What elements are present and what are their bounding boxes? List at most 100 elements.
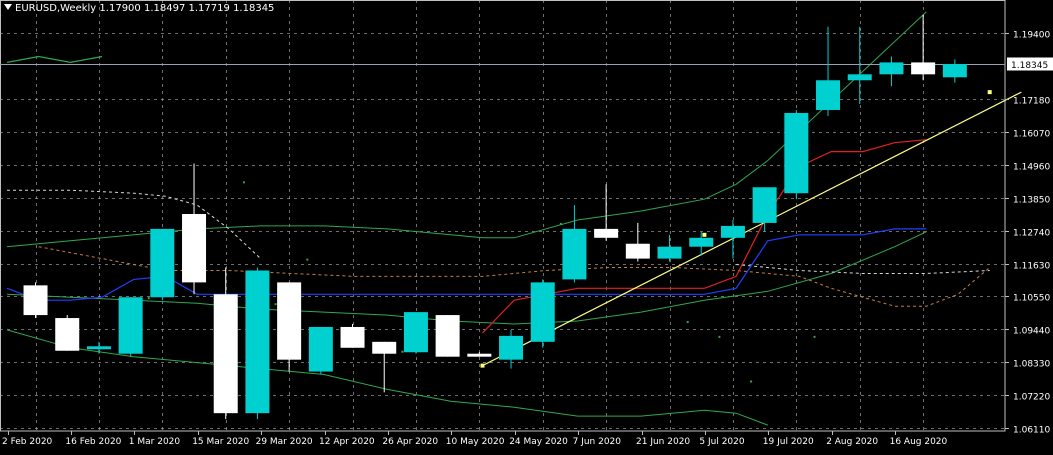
- close-value: 1.18345: [233, 3, 275, 14]
- candle: [816, 26, 841, 116]
- candle: [150, 228, 175, 301]
- candle: [625, 222, 650, 262]
- y-tick-label: 1.16070: [1013, 130, 1050, 140]
- green-dot-marker: [242, 181, 245, 184]
- green-top-left-line: [6, 55, 103, 64]
- green-dot-marker: [750, 380, 753, 383]
- candle-body: [847, 74, 872, 81]
- candle-body: [308, 326, 333, 372]
- candles: [23, 14, 967, 420]
- candle: [182, 163, 207, 295]
- candle-body: [784, 112, 809, 194]
- candle-body: [816, 80, 841, 110]
- candle: [847, 26, 872, 105]
- current-price-label: 1.18345: [1011, 61, 1048, 71]
- x-tick-label: 24 May 2020: [509, 437, 568, 447]
- trendline-point-marker: [702, 232, 707, 237]
- x-tick-label: 21 Jun 2020: [636, 437, 690, 447]
- candle-body: [340, 326, 365, 348]
- green-dot-marker: [401, 350, 404, 353]
- candle: [530, 279, 555, 348]
- candle-body: [277, 282, 302, 360]
- trendline-point-marker: [987, 90, 992, 95]
- low-value: 1.17719: [188, 3, 230, 14]
- candle: [942, 59, 967, 83]
- plot-frame: [0, 0, 1006, 432]
- candle: [657, 234, 682, 262]
- chart-area[interactable]: 1.19400 1.17180 1.16070 1.14960 1.13850 1.127…: [0, 0, 1053, 451]
- candle-body: [879, 62, 904, 75]
- x-tick-label: 16 Aug 2020: [890, 437, 948, 447]
- blue-ma-line: [6, 228, 927, 301]
- candle-body: [689, 237, 714, 247]
- candle-body: [594, 228, 619, 238]
- x-tick-label: 19 Jul 2020: [763, 437, 814, 447]
- candle-body: [213, 294, 238, 414]
- candle: [213, 267, 238, 420]
- candle: [86, 341, 111, 354]
- candle: [340, 323, 365, 348]
- candle: [118, 297, 143, 357]
- x-tick-label: 12 Apr 2020: [319, 437, 375, 447]
- candle: [562, 205, 587, 283]
- x-tick-label: 2 Aug 2020: [826, 437, 878, 447]
- green-dot-marker: [559, 222, 562, 225]
- x-tick-label: 26 Apr 2020: [382, 437, 438, 447]
- candle-body: [150, 228, 175, 298]
- candle: [245, 267, 270, 420]
- symbol-label: EURUSD,Weekly: [15, 3, 97, 14]
- x-tick-label: 7 Jun 2020: [573, 437, 622, 447]
- white-dashed-line-2: [736, 264, 990, 274]
- y-tick-label: 1.06110: [1013, 426, 1050, 436]
- price-chart[interactable]: 1.19400 1.17180 1.16070 1.14960 1.13850 1.127…: [0, 0, 1053, 451]
- y-tick-label: 1.08330: [1013, 360, 1050, 370]
- x-tick-label: 5 Jul 2020: [699, 437, 744, 447]
- y-tick-label: 1.09440: [1013, 327, 1050, 337]
- x-tick-label: 2 Feb 2020: [2, 437, 53, 447]
- trendline: [482, 91, 1022, 367]
- candle: [594, 184, 619, 241]
- candle-body: [245, 270, 270, 414]
- y-tick-label: 1.19400: [1013, 31, 1050, 41]
- candle-body: [118, 297, 143, 354]
- candle: [911, 14, 936, 81]
- y-tick-label: 1.14960: [1013, 163, 1050, 173]
- green-dot-marker: [718, 335, 721, 338]
- candle: [23, 282, 48, 319]
- candle-body: [562, 228, 587, 280]
- green-dot-marker: [813, 335, 816, 338]
- candle: [689, 231, 714, 256]
- x-tick-label: 16 Feb 2020: [65, 437, 121, 447]
- candle-body: [86, 346, 111, 350]
- candle: [784, 109, 809, 200]
- green-dot-marker: [147, 297, 150, 300]
- candle: [403, 312, 428, 354]
- candle-body: [942, 64, 967, 78]
- candle-body: [530, 282, 555, 342]
- candle-body: [23, 285, 48, 316]
- candle: [752, 187, 777, 232]
- candle: [435, 315, 460, 357]
- candle-body: [55, 318, 80, 351]
- candle-body: [657, 246, 682, 259]
- candle: [55, 315, 80, 351]
- candle-body: [467, 353, 492, 357]
- x-tick-label: 10 May 2020: [446, 437, 505, 447]
- y-tick-label: 1.17180: [1013, 97, 1050, 107]
- chart-header: EURUSD,Weekly 1.17900 1.18497 1.17719 1.…: [4, 3, 274, 14]
- y-tick-label: 1.11630: [1013, 262, 1050, 272]
- candle: [879, 56, 904, 87]
- candle: [720, 219, 745, 259]
- candle-body: [625, 243, 650, 259]
- trendline-point-marker: [480, 363, 485, 368]
- candle-body: [499, 335, 524, 360]
- dropdown-triangle-icon[interactable]: [4, 4, 12, 10]
- high-value: 1.18497: [143, 3, 186, 14]
- candle-body: [372, 341, 397, 354]
- orange-dashed-line: [38, 246, 991, 307]
- open-value: 1.17900: [99, 3, 141, 14]
- y-tick-label: 1.10550: [1013, 294, 1050, 304]
- x-tick-label: 29 Mar 2020: [256, 437, 313, 447]
- candle-body: [182, 214, 207, 283]
- x-tick-label: 1 Mar 2020: [129, 437, 181, 447]
